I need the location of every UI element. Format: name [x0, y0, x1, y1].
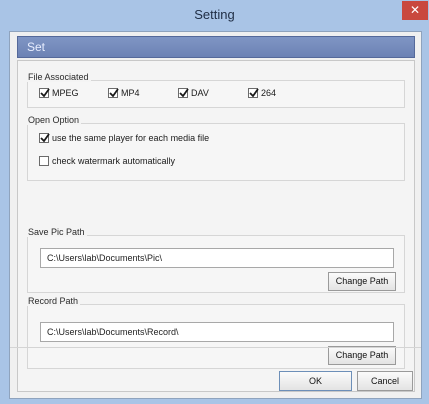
check-icon	[179, 88, 189, 98]
checkbox-same-player-label: use the same player for each media file	[52, 133, 210, 143]
save-pic-path-field[interactable]: C:\Users\lab\Documents\Pic\	[40, 248, 394, 268]
open-option-label: Open Option	[26, 115, 82, 125]
checkbox-dav-box[interactable]	[178, 88, 189, 98]
checkbox-dav-label: DAV	[191, 88, 209, 98]
checkbox-mp4[interactable]: MP4	[108, 88, 140, 98]
checkbox-264-box[interactable]	[248, 88, 259, 98]
checkbox-264[interactable]: 264	[248, 88, 276, 98]
checkbox-dav[interactable]: DAV	[178, 88, 209, 98]
section-title: Set	[27, 40, 46, 54]
save-pic-path-label: Save Pic Path	[26, 227, 87, 237]
check-icon	[40, 133, 50, 143]
checkbox-264-label: 264	[261, 88, 277, 98]
settings-window: Setting ✕ Set File Associated MPEG MP4 D…	[0, 0, 429, 404]
checkbox-mp4-box[interactable]	[108, 88, 119, 98]
footer-divider	[10, 347, 421, 348]
save-pic-change-path-button[interactable]: Change Path	[328, 272, 396, 291]
checkbox-mp4-label: MP4	[121, 88, 140, 98]
open-option-group	[27, 123, 405, 181]
settings-panel: File Associated MPEG MP4 DAV 264 Open Op…	[17, 60, 415, 392]
checkbox-watermark-box[interactable]	[39, 156, 49, 166]
dialog-client-area: Set File Associated MPEG MP4 DAV 264 Ope…	[9, 31, 422, 399]
checkbox-watermark-label: check watermark automatically	[52, 156, 176, 166]
close-icon: ✕	[409, 3, 421, 17]
record-change-path-button[interactable]: Change Path	[328, 346, 396, 365]
title-bar[interactable]: Setting ✕	[0, 0, 429, 30]
record-path-label: Record Path	[26, 296, 81, 306]
section-header: Set	[17, 36, 415, 58]
checkbox-same-player[interactable]: use the same player for each media file	[39, 133, 209, 143]
checkbox-mpeg-label: MPEG	[52, 88, 79, 98]
check-icon	[109, 88, 119, 98]
window-title: Setting	[194, 7, 235, 22]
record-path-field[interactable]: C:\Users\lab\Documents\Record\	[40, 322, 394, 342]
checkbox-same-player-box[interactable]	[39, 133, 50, 143]
ok-button[interactable]: OK	[279, 371, 352, 391]
check-icon	[40, 88, 50, 98]
close-button[interactable]: ✕	[402, 1, 428, 20]
checkbox-watermark[interactable]: check watermark automatically	[39, 156, 175, 166]
cancel-button[interactable]: Cancel	[357, 371, 413, 391]
check-icon	[249, 88, 259, 98]
file-associated-group	[27, 80, 405, 108]
file-associated-label: File Associated	[26, 72, 91, 82]
checkbox-mpeg[interactable]: MPEG	[39, 88, 79, 98]
checkbox-mpeg-box[interactable]	[39, 88, 50, 98]
